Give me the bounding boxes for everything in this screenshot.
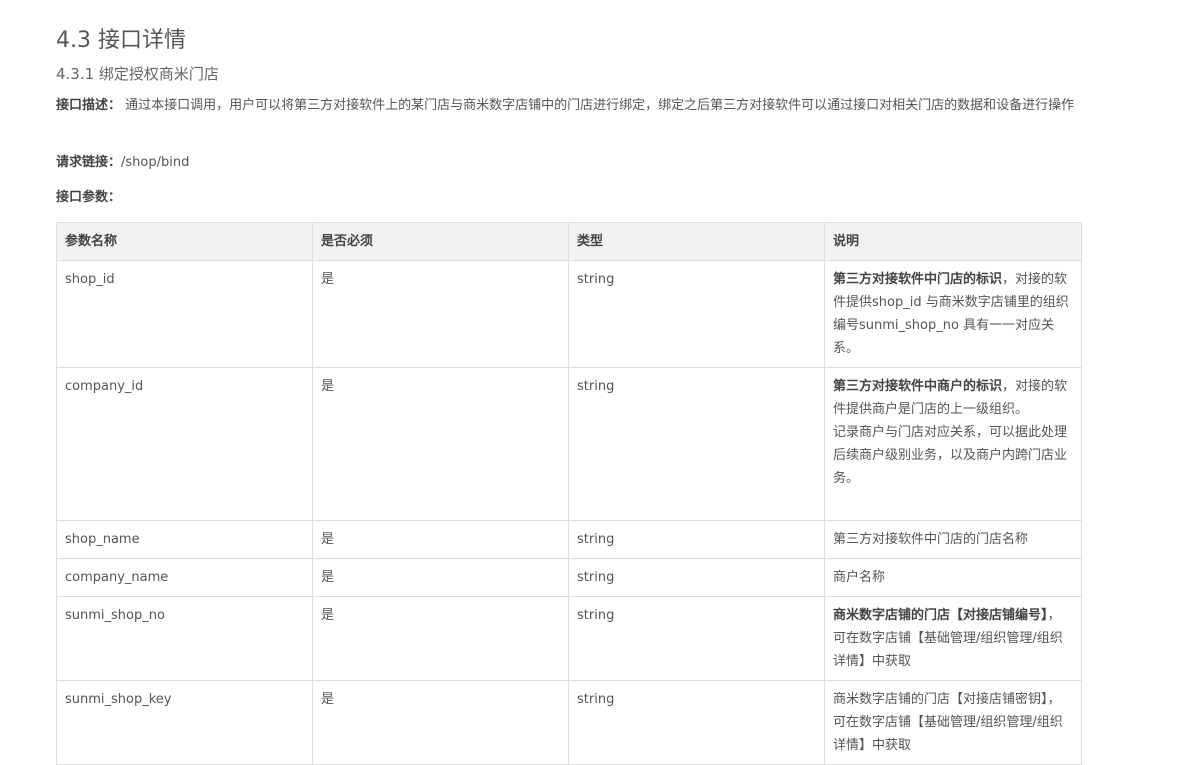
request-label: 请求链接： xyxy=(56,155,122,170)
description-text: 通过本接口调用，用户可以将第三方对接软件上的某门店与商米数字店铺中的门店进行绑定… xyxy=(121,98,1075,113)
param-required: 是 xyxy=(312,558,569,597)
params-label: 接口参数： xyxy=(56,190,122,205)
param-note: 商户名称 xyxy=(824,558,1082,597)
header-param-name: 参数名称 xyxy=(56,222,313,261)
param-required: 是 xyxy=(312,367,569,521)
param-note: 第三方对接软件中门店的门店名称 xyxy=(824,520,1082,559)
param-type: string xyxy=(568,596,825,681)
table-row: shop_name 是 string 第三方对接软件中门店的门店名称 xyxy=(56,520,1082,559)
param-name: sunmi_shop_no xyxy=(56,596,313,681)
description-label: 接口描述： xyxy=(56,98,122,113)
param-note: 商米数字店铺的门店【对接店铺密钥】， 可在数字店铺【基础管理/组织管理/组织详情… xyxy=(824,680,1082,765)
section-title: 4.3 接口详情 xyxy=(56,28,186,53)
param-required: 是 xyxy=(312,596,569,681)
note-extra: 记录商户与门店对应关系，可以据此处理后续商户级别业务，以及商户内跨门店业务。 xyxy=(833,425,1068,486)
table-row: shop_id 是 string 第三方对接软件中门店的标识，对接的软件提供sh… xyxy=(56,260,1082,368)
param-note: 第三方对接软件中门店的标识，对接的软件提供shop_id 与商米数字店铺里的组织… xyxy=(824,260,1082,368)
param-required: 是 xyxy=(312,520,569,559)
request-link: 请求链接：/shop/bind xyxy=(56,151,189,174)
param-name: company_id xyxy=(56,367,313,521)
note-bold: 商米数字店铺的门店【对接店铺编号】 xyxy=(833,608,1048,623)
note-bold: 第三方对接软件中商户的标识 xyxy=(833,379,1003,394)
param-required: 是 xyxy=(312,680,569,765)
note-bold: 第三方对接软件中门店的标识 xyxy=(833,272,1003,287)
param-note: 第三方对接软件中商户的标识，对接的软件提供商户是门店的上一级组织。 记录商户与门店… xyxy=(824,367,1082,521)
table-header-row: 参数名称 是否必须 类型 说明 xyxy=(56,222,1082,261)
header-note: 说明 xyxy=(824,222,1082,261)
param-type: string xyxy=(568,520,825,559)
table-row: sunmi_shop_no 是 string 商米数字店铺的门店【对接店铺编号】… xyxy=(56,596,1082,681)
request-url: /shop/bind xyxy=(121,155,190,170)
header-type: 类型 xyxy=(568,222,825,261)
header-required: 是否必须 xyxy=(312,222,569,261)
param-type: string xyxy=(568,367,825,521)
param-name: company_name xyxy=(56,558,313,597)
param-note: 商米数字店铺的门店【对接店铺编号】， 可在数字店铺【基础管理/组织管理/组织详情… xyxy=(824,596,1082,681)
param-name: shop_id xyxy=(56,260,313,368)
param-name: shop_name xyxy=(56,520,313,559)
interface-description: 接口描述： 通过本接口调用，用户可以将第三方对接软件上的某门店与商米数字店铺中的… xyxy=(56,94,1081,117)
params-table: 参数名称 是否必须 类型 说明 shop_id 是 string 第三方对接软件… xyxy=(56,222,1082,765)
params-heading: 接口参数： xyxy=(56,186,121,209)
param-type: string xyxy=(568,558,825,597)
subsection-title: 4.3.1 绑定授权商米门店 xyxy=(56,65,219,83)
table-row: company_id 是 string 第三方对接软件中商户的标识，对接的软件提… xyxy=(56,367,1082,521)
param-required: 是 xyxy=(312,260,569,368)
table-row: company_name 是 string 商户名称 xyxy=(56,558,1082,597)
param-type: string xyxy=(568,680,825,765)
param-name: sunmi_shop_key xyxy=(56,680,313,765)
param-type: string xyxy=(568,260,825,368)
table-row: sunmi_shop_key 是 string 商米数字店铺的门店【对接店铺密钥… xyxy=(56,680,1082,765)
